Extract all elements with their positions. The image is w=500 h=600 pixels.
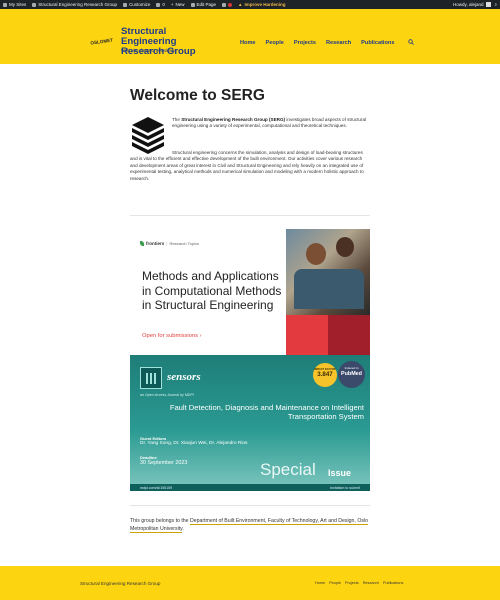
site-description: Web site of SERG at OsloMet (121, 48, 177, 53)
note-prefix: This group belongs to the (130, 518, 190, 524)
sensors-oa: an Open Access Journal by MDPI (140, 393, 194, 397)
admin-site-label: Structural Engineering Research Group (38, 2, 118, 7)
intro-paragraph: The Structural Engineering Research Grou… (172, 117, 370, 130)
admin-comments-count: 0 (162, 2, 165, 7)
admin-howdy[interactable]: Howdy, alejand (453, 2, 483, 7)
body-paragraph: Structural engineering concerns the simu… (130, 150, 364, 181)
nav-publications[interactable]: Publications (361, 40, 394, 46)
admin-site[interactable]: Structural Engineering Research Group (32, 2, 117, 7)
comment-icon (156, 2, 161, 7)
photo-shape (336, 237, 354, 257)
affiliation-note: This group belongs to the Department of … (130, 517, 370, 533)
footer-nav-people[interactable]: People (329, 581, 341, 585)
separator: | (166, 241, 168, 246)
note-suffix: . (182, 526, 184, 532)
frontiers-title: Methods and Applications in Computationa… (142, 269, 282, 312)
sensors-title: Fault Detection, Diagnosis and Maintenan… (169, 403, 364, 422)
footer-site-name[interactable]: Structural Engineering Research Group (80, 581, 160, 586)
photo-shape (294, 269, 364, 309)
impact-factor-badge: IMPACT FACTOR 3.847 (313, 363, 337, 387)
main-nav: Home People Projects Research Publicatio… (240, 40, 404, 46)
footer-nav-home[interactable]: Home (315, 581, 325, 585)
frontiers-banner[interactable]: frontiers | Research Topics Methods and … (130, 229, 370, 355)
frontiers-name: frontiers (146, 241, 165, 246)
pubmed-badge: Indexed in PubMed (338, 361, 365, 388)
admin-new[interactable]: + New (171, 2, 185, 7)
researchers-photo (286, 229, 370, 315)
plus-icon: + (170, 2, 174, 7)
oslomet-logo-icon[interactable]: OSLOMET (88, 32, 116, 46)
admin-edit-page-label: Edit Page (196, 2, 217, 7)
impact-value: 3.847 (317, 371, 333, 379)
sensors-url[interactable]: mdpi.com/si/155159 (140, 486, 172, 490)
divider (130, 505, 370, 506)
alert-dot-icon (228, 2, 233, 7)
admin-my-sites[interactable]: My Sites (3, 2, 26, 7)
footer-nav-research[interactable]: Research (363, 581, 379, 585)
pubmed-value: PubMed (341, 370, 362, 377)
svg-text:OSLOMET: OSLOMET (90, 37, 113, 45)
admin-comments[interactable]: 0 (156, 2, 165, 7)
frontiers-open-link[interactable]: Open for submissions › (142, 333, 202, 339)
sensors-footer: mdpi.com/si/155159 Invitation to submit (130, 484, 370, 491)
frontiers-brand: frontiers | Research Topics (140, 241, 199, 246)
admin-improve-label: Improve Hardening (244, 2, 286, 7)
frontiers-leaf-icon (140, 241, 144, 246)
admin-bar: My Sites Structural Engineering Research… (0, 0, 500, 9)
intro-prefix: The (172, 117, 182, 122)
admin-my-sites-label: My Sites (9, 2, 27, 7)
sensors-invite[interactable]: Invitation to submit (330, 486, 360, 490)
issue-text: Issue (328, 468, 352, 478)
brush-icon (123, 2, 128, 7)
sensors-logo-icon (140, 367, 162, 389)
sensors-banner[interactable]: sensors an Open Access Journal by MDPI I… (130, 355, 370, 491)
admin-plugin[interactable] (222, 2, 233, 7)
admin-new-label: New (175, 2, 185, 7)
admin-improve-hardening[interactable]: ▲ Improve Hardening (238, 2, 285, 7)
sites-icon (3, 2, 7, 7)
special-text: Special (260, 460, 316, 479)
pencil-icon (190, 2, 195, 7)
search-icon[interactable] (408, 39, 414, 45)
deadline: 30 September 2023 (140, 460, 188, 466)
site-footer: Structural Engineering Research Group Ho… (0, 566, 500, 600)
frontiers-sub: Research Topics (169, 241, 199, 246)
decor-block (328, 315, 370, 355)
avatar[interactable] (486, 2, 492, 7)
admin-customize-label: Customize (129, 2, 151, 7)
plugin-icon (222, 2, 227, 7)
footer-nav-publications[interactable]: Publications (383, 581, 403, 585)
warning-icon: ▲ (238, 2, 243, 7)
footer-nav-projects[interactable]: Projects (345, 581, 359, 585)
page-title: Welcome to SERG (130, 87, 265, 104)
divider (130, 215, 370, 216)
admin-customize[interactable]: Customize (123, 2, 150, 7)
guest-editors: Dr. Yang Song, Dr. Xiaojun Wei, Dr. Alej… (140, 441, 248, 446)
nav-people[interactable]: People (266, 40, 284, 46)
intro-bold: Structural Engineering Research Group (S… (181, 117, 286, 122)
home-icon (32, 2, 37, 7)
site-header: OSLOMET Structural Engineering Research … (0, 9, 500, 64)
nav-projects[interactable]: Projects (294, 40, 316, 46)
sensors-name: sensors (167, 371, 201, 383)
footer-nav: Home People Projects Research Publicatio… (315, 581, 403, 585)
photo-shape (306, 243, 326, 265)
nav-home[interactable]: Home (240, 40, 256, 46)
nav-research[interactable]: Research (326, 40, 351, 46)
admin-search-icon[interactable]: ⌕ (494, 2, 497, 7)
decor-block (286, 315, 328, 355)
admin-edit-page[interactable]: Edit Page (190, 2, 217, 7)
